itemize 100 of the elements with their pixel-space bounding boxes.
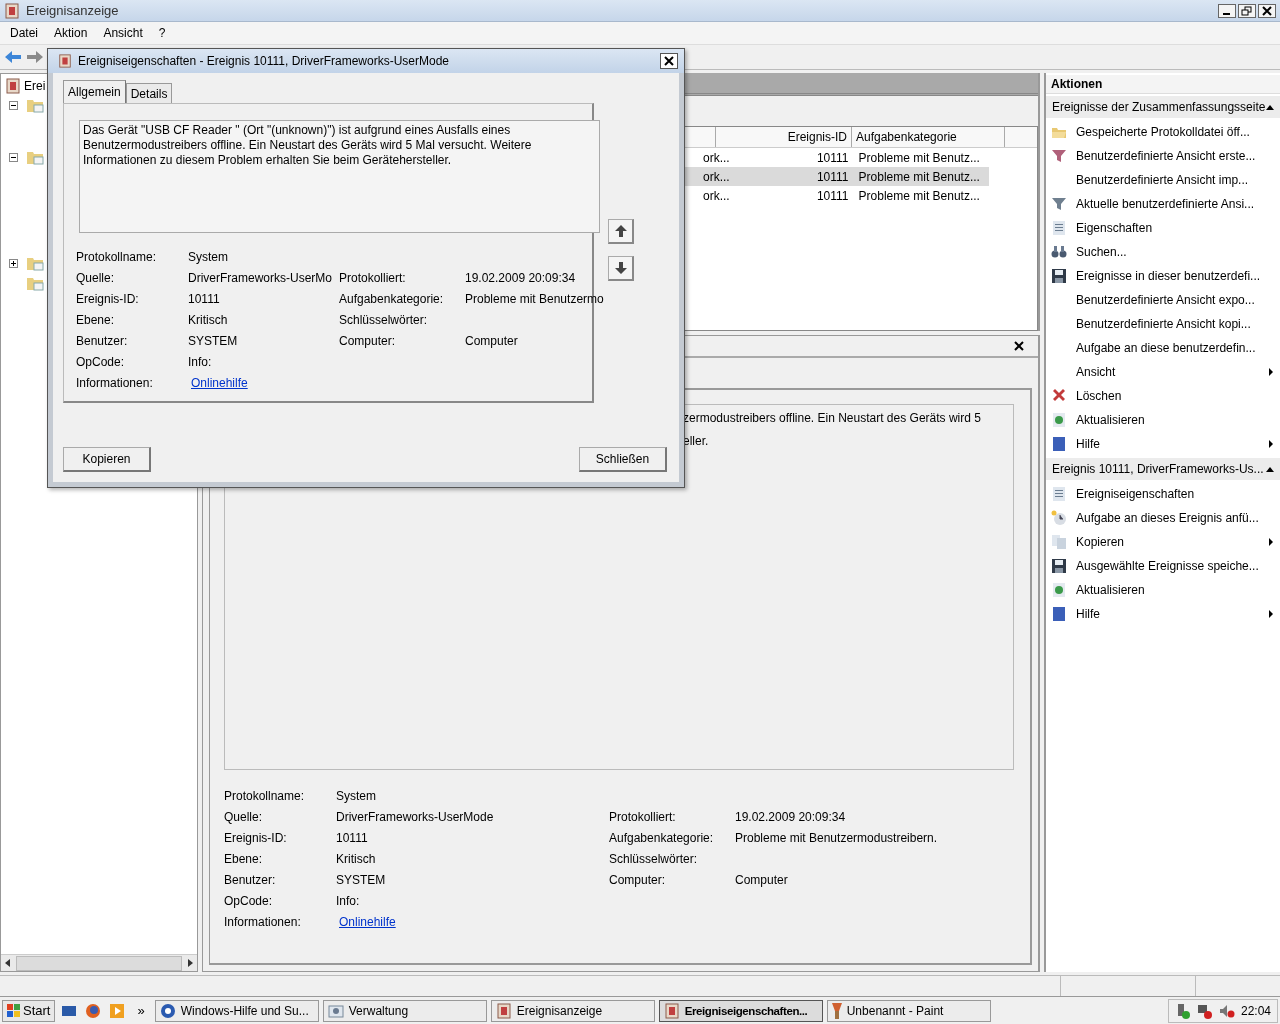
collapse-icon[interactable] — [1266, 104, 1274, 110]
menu-item[interactable]: ? — [150, 24, 174, 42]
field-value: Info: — [188, 354, 213, 371]
action-item[interactable]: Benutzerdefinierte Ansicht kopi... — [1046, 312, 1280, 336]
action-item[interactable]: Aufgabe an dieses Ereignis anfü... — [1046, 506, 1280, 530]
table-cell-text: ork... — [703, 150, 731, 165]
action-item[interactable]: Eigenschaften — [1046, 216, 1280, 240]
properties-icon — [1051, 220, 1067, 236]
field-label: Quelle: — [76, 270, 116, 287]
funnel-icon — [1051, 148, 1067, 164]
taskbar-button[interactable]: Ereigniseigenschaften... — [658, 999, 823, 1022]
field-label: Computer: — [609, 872, 667, 889]
submenu-arrow-icon — [1269, 368, 1273, 376]
action-item[interactable]: Aktualisieren — [1046, 408, 1280, 432]
field-value: SYSTEM — [336, 872, 387, 889]
action-item[interactable]: Ausgewählte Ereignisse speiche... — [1046, 554, 1280, 578]
delete-icon — [1051, 388, 1067, 404]
field-label: Aufgabenkategorie: — [609, 830, 715, 847]
field-value: SYSTEM — [188, 333, 239, 350]
action-item[interactable]: Ansicht — [1046, 360, 1280, 384]
tab[interactable]: Allgemein — [63, 80, 126, 103]
more-button[interactable]: » — [131, 1003, 151, 1018]
restore-icon[interactable] — [1238, 3, 1256, 18]
field-value: Probleme mit Benutzermodustreibern. — [735, 830, 939, 847]
close-icon[interactable] — [660, 53, 678, 69]
field-label: Ereignis-ID: — [76, 291, 140, 308]
section-header[interactable]: Ereignisse der Zusammenfassungsseite — [1046, 96, 1280, 118]
field-value: Kritisch — [336, 851, 377, 868]
up-arrow-icon — [614, 225, 627, 237]
menu-item[interactable]: Aktion — [46, 24, 96, 42]
help-link[interactable]: Onlinehilfe — [336, 912, 396, 933]
field-value: System — [188, 249, 229, 266]
taskbar-button[interactable]: Unbenannt - Paint — [826, 999, 991, 1022]
action-item[interactable]: Ereigniseigenschaften — [1046, 482, 1280, 506]
forward-arrow-icon[interactable] — [26, 49, 44, 65]
close-icon[interactable] — [1258, 3, 1276, 18]
submenu-arrow-icon — [1269, 610, 1273, 618]
properties-icon — [1051, 486, 1067, 502]
menu-item[interactable]: Datei — [2, 24, 46, 42]
close-icon[interactable] — [1014, 341, 1024, 351]
field-label: Schlüsselwörter: — [339, 312, 429, 329]
field-label: Ebene: — [224, 851, 264, 868]
action-item[interactable]: Gespeicherte Protokolldatei öff... — [1046, 120, 1280, 144]
action-item[interactable]: Aufgabe an diese benutzerdefin... — [1046, 336, 1280, 360]
taskbar-button[interactable]: Verwaltung — [322, 999, 487, 1022]
dialog-button[interactable]: Schließen — [579, 447, 667, 472]
windows-logo-icon — [7, 1003, 21, 1018]
tree-item[interactable]: Erei — [24, 79, 46, 93]
field-value: 19.02.2009 20:09:34 — [465, 270, 577, 287]
tab[interactable]: Details — [125, 83, 173, 103]
action-item[interactable]: Kopieren — [1046, 530, 1280, 554]
column-header[interactable]: Aufgabenkategorie — [852, 127, 1005, 147]
action-item[interactable]: Benutzerdefinierte Ansicht erste... — [1046, 144, 1280, 168]
action-item[interactable]: Hilfe — [1046, 432, 1280, 456]
action-item[interactable]: Benutzerdefinierte Ansicht expo... — [1046, 288, 1280, 312]
section-header[interactable]: Ereignis 10111, DriverFrameworks-Us... — [1046, 458, 1280, 480]
action-item[interactable]: Ereignisse in dieser benutzerdefi... — [1046, 264, 1280, 288]
binoculars-icon — [1051, 244, 1067, 260]
dialog-button[interactable]: Kopieren — [63, 447, 151, 472]
taskbar-button[interactable]: Ereignisanzeige — [490, 999, 655, 1022]
taskbar-button[interactable]: Windows-Hilfe und Su... — [154, 999, 319, 1022]
menu-item[interactable]: Ansicht — [95, 24, 151, 42]
clock-icon — [1051, 510, 1067, 526]
clock[interactable]: 22:04 — [1240, 1003, 1271, 1018]
help-link[interactable]: Onlinehilfe — [188, 373, 248, 394]
column-header[interactable]: Ereignis-ID — [716, 127, 852, 147]
horizontal-scrollbar[interactable] — [1, 954, 197, 971]
expander-icon[interactable] — [9, 258, 18, 268]
action-item[interactable]: Hilfe — [1046, 602, 1280, 626]
action-item[interactable]: Benutzerdefinierte Ansicht imp... — [1046, 168, 1280, 192]
action-item[interactable]: Suchen... — [1046, 240, 1280, 264]
previous-button[interactable] — [608, 219, 634, 244]
network-icon[interactable] — [1196, 1002, 1213, 1019]
minimize-icon[interactable] — [1218, 3, 1236, 18]
event-viewer-icon — [495, 1002, 512, 1019]
collapse-icon[interactable] — [1266, 466, 1274, 472]
field-value: Computer — [735, 872, 789, 889]
action-item[interactable]: Aktualisieren — [1046, 578, 1280, 602]
event-viewer-icon — [58, 54, 72, 68]
field-value: Info: — [336, 893, 361, 910]
table-cell-text: ork... — [703, 169, 731, 184]
field-value: Kritisch — [188, 312, 229, 329]
field-label: OpCode: — [76, 354, 126, 371]
expander-icon[interactable] — [9, 100, 18, 110]
field-label: Benutzer: — [76, 333, 129, 350]
back-arrow-icon[interactable] — [4, 49, 22, 65]
action-item[interactable]: Löschen — [1046, 384, 1280, 408]
expander-icon[interactable] — [9, 152, 18, 162]
field-value: DriverFrameworks-UserMode — [336, 809, 495, 826]
field-value: 19.02.2009 20:09:34 — [735, 809, 847, 826]
browser-icon[interactable] — [85, 1002, 102, 1019]
next-button[interactable] — [608, 256, 634, 281]
field-label: Schlüsselwörter: — [609, 851, 699, 868]
table-cell-text: Probleme mit Benutz... — [857, 150, 981, 165]
table-cell-text: 10111 — [815, 150, 850, 165]
action-item[interactable]: Aktuelle benutzerdefinierte Ansi... — [1046, 192, 1280, 216]
panel-title: Aktionen — [1046, 75, 1280, 94]
field-value: Computer — [465, 333, 519, 350]
dialog-title: Ereigniseigenschaften - Ereignis 10111, DriverFrameworks-UserMode — [78, 54, 450, 68]
start-button[interactable]: Start — [2, 999, 56, 1022]
